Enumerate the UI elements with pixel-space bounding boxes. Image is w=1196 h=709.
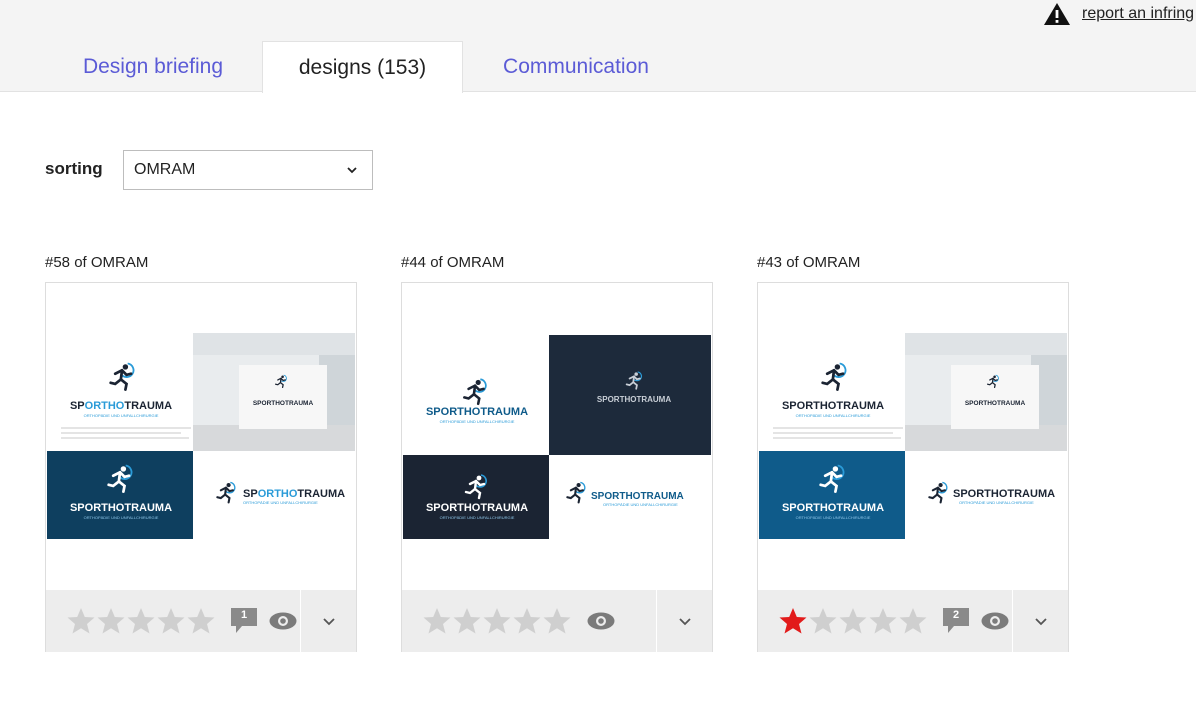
star-icon[interactable] (838, 606, 868, 636)
logo-tagline: ORTHOPÄDIE UND UNFALLCHIRURGIE (796, 515, 871, 520)
design-options-dropdown[interactable] (1012, 590, 1068, 652)
design-action-bar: 1 (46, 590, 356, 652)
svg-text:SPORTHOTRAUMA: SPORTHOTRAUMA (243, 488, 345, 500)
star-icon[interactable] (422, 606, 452, 636)
star-icon[interactable] (66, 606, 96, 636)
design-thumbnail[interactable]: SPORTHOTRAUMA ORTHOPÄDIE UND UNFALLCHIRU… (759, 331, 1067, 541)
chevron-down-icon (1034, 618, 1047, 626)
logo-tagline: ORTHOPÄDIE UND UNFALLCHIRURGIE (440, 515, 515, 520)
design-thumbnail[interactable]: SPORTHOTRAUMA ORTHOPÄDIE UND UNFALLCHIRU… (403, 331, 711, 541)
logo-tagline: ORTHOPÄDIE UND UNFALLCHIRURGIE (84, 515, 159, 520)
star-icon[interactable] (96, 606, 126, 636)
logo-text: ORTHO (258, 488, 298, 500)
star-icon[interactable] (868, 606, 898, 636)
logo-text: ORTHO (85, 400, 125, 412)
sorting-select[interactable]: OMRAM (123, 150, 373, 190)
logo-text: SPORTHOTRAUMA (591, 491, 684, 502)
logo-tagline: ORTHOPÄDIE UND UNFALLCHIRURGIE (796, 413, 871, 418)
star-icon[interactable] (808, 606, 838, 636)
logo-text: SPORTHOTRAUMA (782, 502, 884, 514)
star-icon[interactable] (452, 606, 482, 636)
star-icon[interactable] (512, 606, 542, 636)
tab-designs[interactable]: designs (153) (262, 41, 463, 93)
tab-communication[interactable]: Communication (481, 41, 671, 92)
comment-count-button[interactable]: 2 (942, 607, 970, 635)
header: report an infring Design briefing design… (0, 0, 1196, 93)
rating-stars[interactable] (422, 606, 572, 636)
comment-count-button[interactable]: 1 (230, 607, 258, 635)
logo-tagline: ORTHOPÄDIE UND UNFALLCHIRURGIE (440, 419, 515, 424)
warning-icon (1044, 3, 1070, 25)
star-icon[interactable] (898, 606, 928, 636)
report-infringement[interactable]: report an infring (1043, 2, 1196, 26)
rating-stars[interactable] (66, 606, 216, 636)
design-options-dropdown[interactable] (300, 590, 356, 652)
design-title: #43 of OMRAM (757, 254, 861, 271)
logo-text: SPORTHOTRAUMA (426, 406, 528, 418)
logo-text: SPORTHOTRAUMA (782, 400, 884, 412)
design-options-dropdown[interactable] (656, 590, 712, 652)
logo-text: SPORTHOTRAUMA (253, 400, 314, 407)
design-thumbnail-frame[interactable]: SPORTHOTRAUMA ORTHOPÄDIE UND UNFALLCHIRU… (401, 282, 713, 652)
chevron-down-icon (678, 618, 691, 626)
design-action-bar (402, 590, 712, 652)
design-thumbnail-frame[interactable]: SPORTHOTRAUMA ORTHOPÄDIE UND UNFALLCHIRU… (757, 282, 1069, 652)
logo-text: TRAUMA (124, 400, 172, 412)
logo-text: SPORTHOTRAUMA (70, 502, 172, 514)
tab-design-briefing[interactable]: Design briefing (62, 41, 244, 92)
logo-text: SP (70, 400, 85, 412)
logo-text: SPORTHOTRAUMA (426, 502, 528, 514)
design-title: #44 of OMRAM (401, 254, 505, 271)
logo-tagline: ORTHOPÄDIE UND UNFALLCHIRURGIE (243, 500, 318, 505)
star-icon[interactable] (156, 606, 186, 636)
logo-text: SPORTHOTRAUMA (953, 488, 1055, 500)
comment-count: 2 (952, 609, 960, 621)
star-icon[interactable] (126, 606, 156, 636)
logo-text: SPORTHOTRAUMA (965, 400, 1026, 407)
chevron-down-icon (347, 167, 357, 174)
svg-text:SPORTHOTRAUMA: SPORTHOTRAUMA (70, 400, 172, 412)
star-icon[interactable] (542, 606, 572, 636)
design-card: #43 of OMRAM SPORTHOTRAUMA ORTHOPÄDIE UN… (757, 254, 1069, 652)
rating-stars[interactable] (778, 606, 928, 636)
logo-tagline: ORTHOPÄDIE UND UNFALLCHIRURGIE (959, 500, 1034, 505)
design-card: #44 of OMRAM SPORTHOTRAUMA ORTHOPÄDIE UN… (401, 254, 713, 652)
design-action-bar: 2 (758, 590, 1068, 652)
sorting-selected-value: OMRAM (134, 161, 196, 178)
star-icon[interactable] (186, 606, 216, 636)
logo-text: TRAUMA (297, 488, 345, 500)
sorting-label: sorting (45, 159, 103, 178)
star-icon[interactable] (482, 606, 512, 636)
eye-icon[interactable] (980, 611, 1010, 631)
design-title: #58 of OMRAM (45, 254, 149, 271)
logo-tagline: ORTHOPÄDIE UND UNFALLCHIRURGIE (603, 502, 678, 507)
logo-tagline: ORTHOPÄDIE UND UNFALLCHIRURGIE (84, 413, 159, 418)
star-icon[interactable] (778, 606, 808, 636)
logo-text: SPORTHOTRAUMA (597, 395, 671, 404)
eye-icon[interactable] (268, 611, 298, 631)
design-thumbnail[interactable]: SPORTHOTRAUMA ORTHOPÄDIE UND UNFALLCHIRU… (47, 331, 355, 541)
chevron-down-icon (322, 618, 335, 626)
design-card: #58 of OMRAM SPORTHOTRAUMA ORTHOPÄDIE UN… (45, 254, 357, 652)
comment-count: 1 (240, 609, 248, 621)
eye-icon[interactable] (586, 611, 616, 631)
logo-text: SP (243, 488, 258, 500)
report-infringement-link[interactable]: report an infring (1082, 5, 1194, 23)
design-thumbnail-frame[interactable]: SPORTHOTRAUMA ORTHOPÄDIE UND UNFALLCHIRU… (45, 282, 357, 652)
